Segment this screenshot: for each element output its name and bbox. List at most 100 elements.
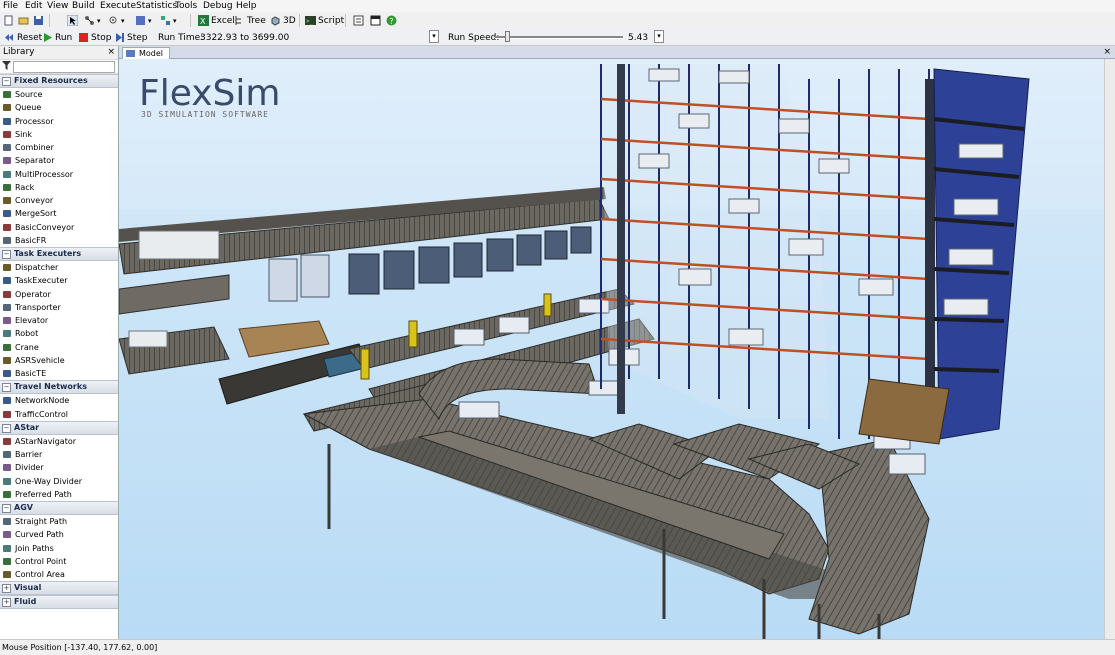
menu-file[interactable]: File bbox=[3, 0, 18, 12]
menu-view[interactable]: View bbox=[47, 0, 68, 12]
view-3d-button[interactable]: 3D bbox=[270, 14, 296, 27]
tab-model[interactable]: Model bbox=[122, 47, 171, 59]
script-button[interactable]: >_ Script bbox=[305, 14, 344, 27]
save-icon[interactable] bbox=[33, 14, 46, 27]
run-time-dropdown[interactable]: ▾ bbox=[429, 30, 439, 43]
group-select-icon[interactable]: ▾ bbox=[135, 14, 152, 27]
tree-label: Tree bbox=[247, 15, 266, 26]
library-item-join-paths[interactable]: Join Paths bbox=[0, 542, 118, 555]
layout-tools-icon[interactable]: ▾ bbox=[160, 14, 177, 27]
library-item-label: MultiProcessor bbox=[15, 169, 74, 179]
window-layout-icon[interactable] bbox=[370, 14, 383, 27]
open-folder-icon[interactable] bbox=[18, 14, 31, 27]
excel-button[interactable]: X Excel bbox=[198, 14, 235, 27]
library-item-one-way-divider[interactable]: One-Way Divider bbox=[0, 475, 118, 488]
library-item-dispatcher[interactable]: Dispatcher bbox=[0, 261, 118, 274]
connect-objects-icon[interactable]: ▾ bbox=[84, 14, 101, 27]
library-item-control-area[interactable]: Control Area bbox=[0, 568, 118, 581]
category-label: AStar bbox=[14, 422, 40, 432]
expand-icon[interactable]: + bbox=[2, 584, 11, 594]
library-item-combiner[interactable]: Combiner bbox=[0, 141, 118, 154]
connect-center-icon[interactable]: ▾ bbox=[108, 14, 125, 27]
library-item-basicfr[interactable]: BasicFR bbox=[0, 234, 118, 247]
category-astar[interactable]: − AStar bbox=[0, 420, 118, 435]
library-item-queue[interactable]: Queue bbox=[0, 101, 118, 114]
library-item-label: BasicTE bbox=[15, 369, 47, 378]
library-item-control-point[interactable]: Control Point bbox=[0, 555, 118, 568]
menu-build[interactable]: Build bbox=[72, 0, 95, 12]
filter-icon[interactable] bbox=[2, 61, 11, 73]
rack-icon bbox=[2, 183, 12, 192]
library-item-curved-path[interactable]: Curved Path bbox=[0, 528, 118, 541]
library-item-transporter[interactable]: Transporter bbox=[0, 301, 118, 314]
library-item-barrier[interactable]: Barrier bbox=[0, 448, 118, 461]
library-item-sink[interactable]: Sink bbox=[0, 128, 118, 141]
barrier-icon bbox=[2, 450, 12, 459]
library-header: Library × bbox=[0, 46, 118, 60]
library-item-crane[interactable]: Crane bbox=[0, 341, 118, 354]
library-item-straight-path[interactable]: Straight Path bbox=[0, 515, 118, 528]
step-button[interactable]: Step bbox=[114, 31, 148, 44]
networknode-icon bbox=[2, 396, 12, 405]
library-item-trafficcontrol[interactable]: TrafficControl bbox=[0, 408, 118, 421]
menu-tools[interactable]: Tools bbox=[175, 0, 197, 12]
properties-icon[interactable] bbox=[353, 14, 366, 27]
new-file-icon[interactable] bbox=[3, 14, 16, 27]
library-item-source[interactable]: Source bbox=[0, 88, 118, 101]
menu-help[interactable]: Help bbox=[236, 0, 257, 12]
library-item-operator[interactable]: Operator bbox=[0, 288, 118, 301]
help-icon[interactable]: ? bbox=[386, 14, 399, 27]
library-item-conveyor[interactable]: Conveyor bbox=[0, 194, 118, 207]
library-item-divider[interactable]: Divider bbox=[0, 461, 118, 474]
collapse-icon[interactable]: − bbox=[2, 383, 11, 393]
run-speed-slider[interactable] bbox=[495, 36, 623, 39]
library-item-elevator[interactable]: Elevator bbox=[0, 314, 118, 327]
library-item-label: Dispatcher bbox=[15, 263, 59, 272]
run-speed-dropdown[interactable]: ▾ bbox=[654, 30, 664, 43]
viewport-scrollbar[interactable] bbox=[1104, 59, 1115, 639]
library-item-separator[interactable]: Separator bbox=[0, 154, 118, 167]
library-item-taskexecuter[interactable]: TaskExecuter bbox=[0, 274, 118, 287]
collapse-icon[interactable]: − bbox=[2, 250, 11, 259]
menu-statistics[interactable]: Statistics bbox=[136, 0, 177, 12]
menu-execute[interactable]: Execute bbox=[100, 0, 136, 12]
library-item-multiprocessor[interactable]: MultiProcessor bbox=[0, 168, 118, 181]
library-item-processor[interactable]: Processor bbox=[0, 115, 118, 128]
select-mode-icon[interactable] bbox=[67, 14, 80, 27]
reset-button[interactable]: Reset bbox=[4, 31, 42, 44]
library-item-label: Processor bbox=[15, 116, 54, 126]
library-item-preferred-path[interactable]: Preferred Path bbox=[0, 488, 118, 501]
collapse-icon[interactable]: − bbox=[2, 77, 11, 86]
library-item-basicconveyor[interactable]: BasicConveyor bbox=[0, 221, 118, 234]
tree-button[interactable]: Tree bbox=[234, 14, 266, 27]
library-item-rack[interactable]: Rack bbox=[0, 181, 118, 194]
library-item-asrsvehicle[interactable]: ASRSvehicle bbox=[0, 354, 118, 367]
collapse-icon[interactable]: − bbox=[2, 504, 11, 513]
menu-edit[interactable]: Edit bbox=[25, 0, 42, 12]
library-item-mergesort[interactable]: MergeSort bbox=[0, 207, 118, 220]
library-item-basicte[interactable]: BasicTE bbox=[0, 367, 118, 380]
model-close-button[interactable]: × bbox=[1103, 46, 1111, 58]
run-button[interactable]: Run bbox=[42, 31, 72, 44]
library-close-button[interactable]: × bbox=[107, 46, 115, 59]
robot-icon bbox=[2, 329, 12, 338]
library-panel: Library × − Fixed Resources Source Queue Pro… bbox=[0, 46, 119, 639]
expand-icon[interactable]: + bbox=[2, 598, 11, 608]
3d-model-viewport[interactable]: FlexSim 3D SIMULATION SOFTWARE bbox=[119, 59, 1105, 639]
category-task-executers[interactable]: − Task Executers bbox=[0, 247, 118, 261]
library-item-astarnavigator[interactable]: AStarNavigator bbox=[0, 435, 118, 448]
library-search-input[interactable] bbox=[13, 61, 115, 73]
tab-model-label: Model bbox=[139, 49, 164, 58]
menu-debug[interactable]: Debug bbox=[203, 0, 233, 12]
category-fixed-resources[interactable]: − Fixed Resources bbox=[0, 74, 118, 88]
library-item-robot[interactable]: Robot bbox=[0, 327, 118, 340]
category-agv[interactable]: − AGV bbox=[0, 501, 118, 515]
category-visual[interactable]: + Visual bbox=[0, 581, 118, 596]
category-travel-networks[interactable]: − Travel Networks bbox=[0, 380, 118, 395]
run-speed-slider-thumb[interactable] bbox=[504, 31, 510, 42]
category-fluid[interactable]: + Fluid bbox=[0, 595, 118, 610]
stop-button[interactable]: Stop bbox=[78, 31, 111, 44]
library-item-label: Curved Path bbox=[15, 530, 64, 540]
collapse-icon[interactable]: − bbox=[2, 423, 11, 433]
library-item-networknode[interactable]: NetworkNode bbox=[0, 394, 118, 407]
